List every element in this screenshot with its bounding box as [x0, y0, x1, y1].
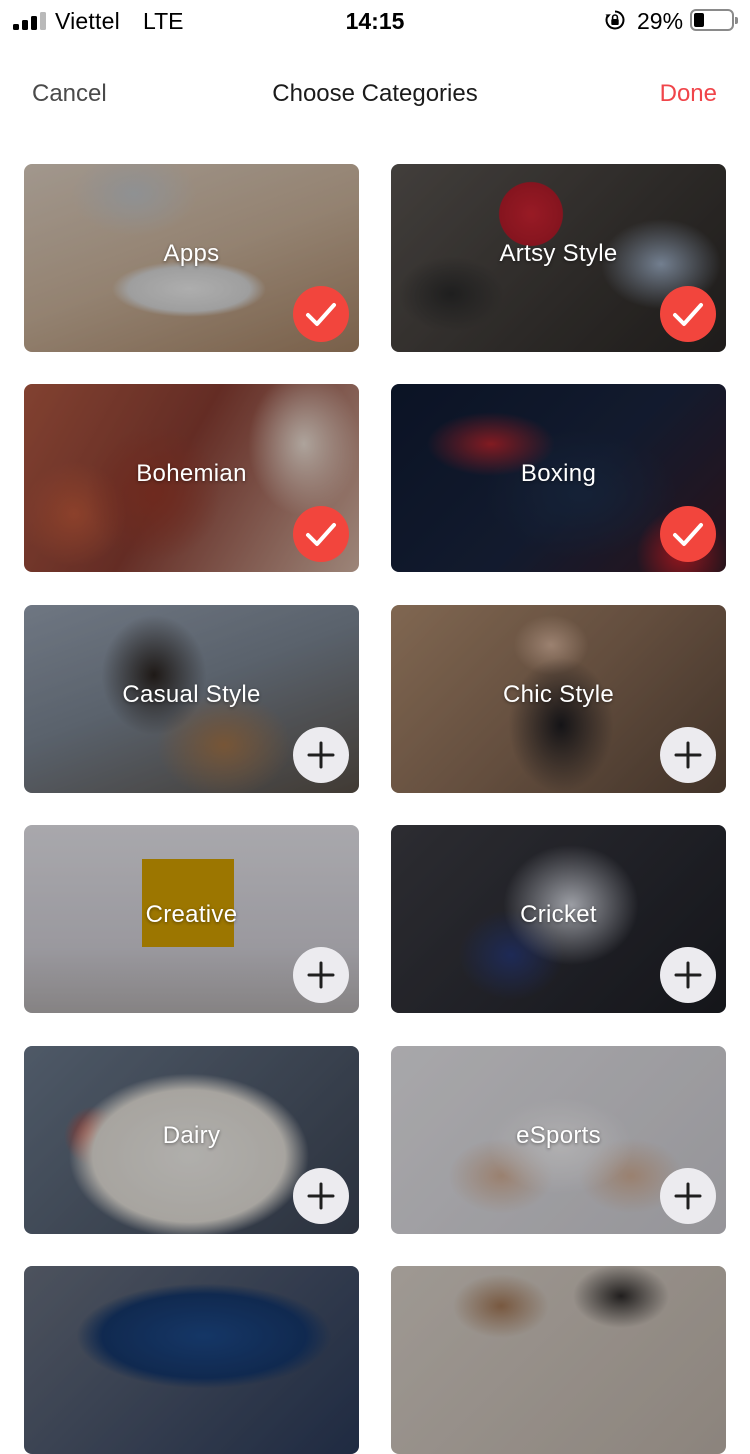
plus-icon — [307, 741, 335, 769]
category-card-partial[interactable] — [391, 1266, 726, 1454]
selection-badge[interactable] — [660, 286, 716, 342]
category-label: Creative — [145, 901, 238, 928]
category-grid: Apps Artsy Style Bohemian Boxing Casual … — [0, 0, 750, 1454]
category-card-bohemian[interactable]: Bohemian — [24, 384, 359, 572]
plus-icon — [307, 961, 335, 989]
category-card-esports[interactable]: eSports — [391, 1046, 726, 1234]
selection-badge[interactable] — [293, 947, 349, 1003]
checkmark-icon — [306, 523, 336, 546]
plus-icon — [307, 1182, 335, 1210]
category-card-creative[interactable]: Creative — [24, 825, 359, 1013]
category-label: Bohemian — [136, 460, 247, 487]
category-card-casual-style[interactable]: Casual Style — [24, 605, 359, 793]
plus-icon — [674, 741, 702, 769]
selection-badge[interactable] — [660, 506, 716, 562]
category-label: Dairy — [162, 1122, 221, 1149]
category-label: Apps — [163, 240, 220, 267]
selection-badge[interactable] — [293, 1168, 349, 1224]
plus-icon — [674, 961, 702, 989]
checkmark-icon — [673, 303, 703, 326]
selection-badge[interactable] — [660, 1168, 716, 1224]
checkmark-icon — [306, 303, 336, 326]
category-label: Cricket — [520, 901, 597, 928]
category-label: Artsy Style — [499, 240, 618, 267]
category-card-boxing[interactable]: Boxing — [391, 384, 726, 572]
category-card-partial[interactable] — [24, 1266, 359, 1454]
category-label: eSports — [516, 1122, 601, 1149]
category-card-artsy-style[interactable]: Artsy Style — [391, 164, 726, 352]
checkmark-icon — [673, 523, 703, 546]
category-card-apps[interactable]: Apps — [24, 164, 359, 352]
category-card-cricket[interactable]: Cricket — [391, 825, 726, 1013]
selection-badge[interactable] — [660, 947, 716, 1003]
selection-badge[interactable] — [660, 727, 716, 783]
selection-badge[interactable] — [293, 727, 349, 783]
category-label: Chic Style — [502, 681, 615, 708]
category-card-dairy[interactable]: Dairy — [24, 1046, 359, 1234]
plus-icon — [674, 1182, 702, 1210]
selection-badge[interactable] — [293, 286, 349, 342]
category-label: Boxing — [520, 460, 597, 487]
selection-badge[interactable] — [293, 506, 349, 562]
category-label: Casual Style — [122, 681, 261, 708]
category-card-chic-style[interactable]: Chic Style — [391, 605, 726, 793]
